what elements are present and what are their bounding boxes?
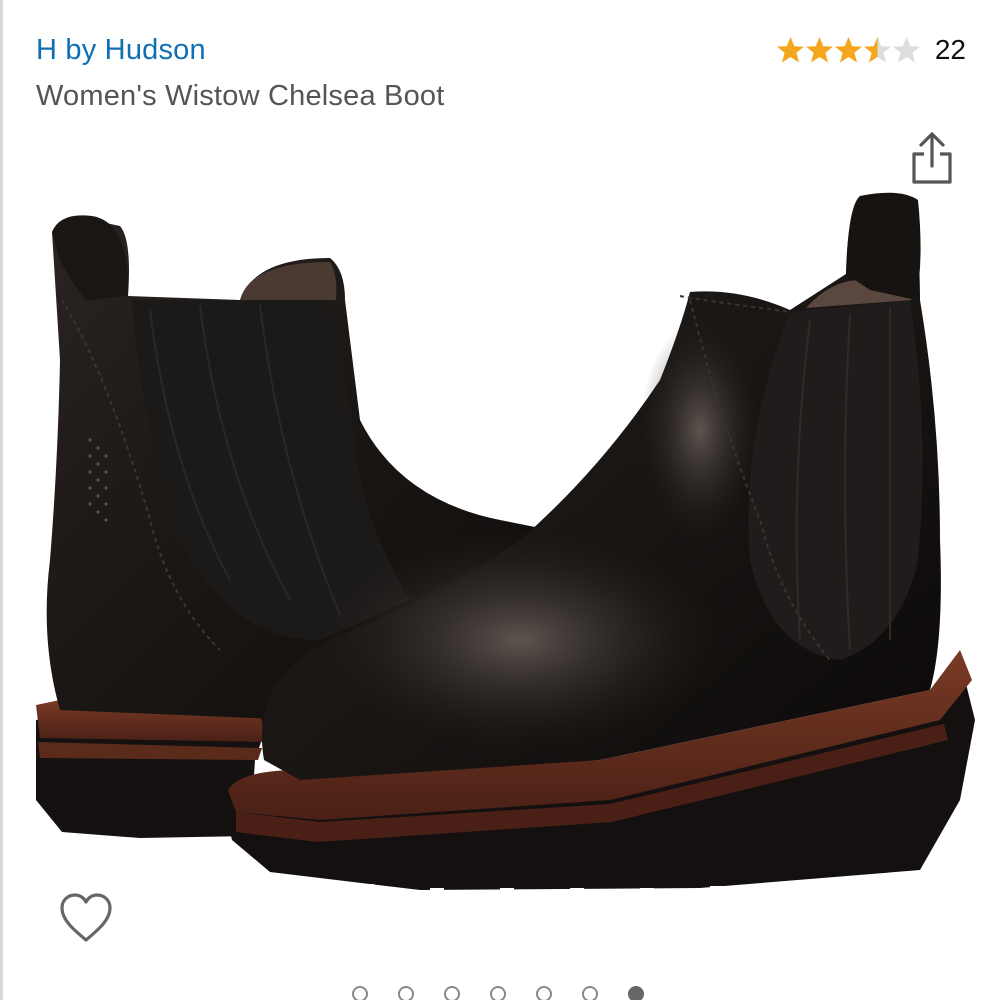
brand-link[interactable]: H by Hudson: [36, 34, 206, 67]
product-image[interactable]: [20, 180, 980, 910]
product-title: Women's Wistow Chelsea Boot: [36, 80, 445, 112]
carousel-dot[interactable]: [628, 986, 644, 1000]
carousel-dot[interactable]: [352, 986, 368, 1000]
star-rating: [776, 36, 921, 64]
carousel-dot[interactable]: [444, 986, 460, 1000]
star-icon: [834, 37, 862, 63]
rating-summary[interactable]: 22: [776, 34, 966, 66]
star-icon: [892, 37, 920, 63]
carousel-dot[interactable]: [536, 986, 552, 1000]
left-border: [0, 0, 3, 1000]
star-icon: [776, 37, 804, 63]
carousel-dot[interactable]: [582, 986, 598, 1000]
review-count: 22: [934, 34, 966, 65]
carousel-dot[interactable]: [398, 986, 414, 1000]
product-page: H by Hudson Women's Wistow Chelsea Boot …: [0, 0, 1000, 1000]
share-icon[interactable]: [908, 130, 956, 186]
star-icon: [863, 37, 891, 63]
star-icon: [805, 37, 833, 63]
heart-icon[interactable]: [56, 890, 116, 946]
carousel-indicator: [352, 986, 674, 1000]
carousel-dot[interactable]: [490, 986, 506, 1000]
